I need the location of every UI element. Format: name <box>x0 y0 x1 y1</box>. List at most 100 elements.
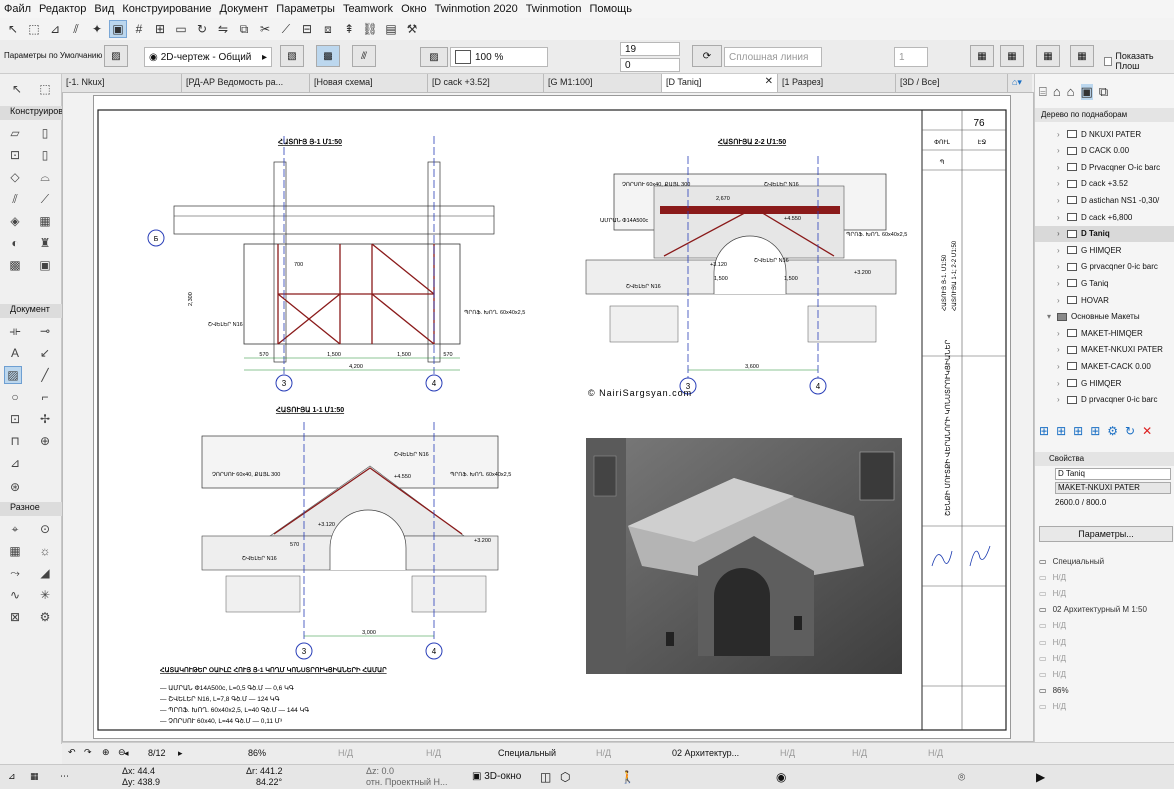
status-arch[interactable]: 02 Архитектур... <box>672 748 739 758</box>
prop-row[interactable]: ▭ Специальный <box>1039 554 1173 568</box>
snap-grid-icon[interactable]: ⊞ <box>151 20 169 38</box>
new-subset-icon[interactable]: ⊞ <box>1056 424 1066 438</box>
prop-row[interactable]: ▭ 86% <box>1039 684 1173 698</box>
link-icon[interactable]: ⛓ <box>361 20 379 38</box>
render-icon[interactable]: ◉ <box>776 770 786 784</box>
box-view-icon[interactable]: ⬡ <box>560 770 570 784</box>
redo-icon[interactable]: ↷ <box>84 747 92 758</box>
settings-icon[interactable]: ⚙ <box>1107 424 1118 438</box>
hatch-g-button[interactable]: ▦ <box>1070 45 1094 67</box>
marquee-tool-icon[interactable]: ⬚ <box>36 80 54 98</box>
line-settings-button[interactable]: ⟳ <box>692 45 722 67</box>
label-tool-icon[interactable]: ↙ <box>36 344 54 362</box>
rotate-icon[interactable]: ↻ <box>193 20 211 38</box>
mesh-tool-icon[interactable]: ◈ <box>6 212 24 230</box>
hatch-b-button[interactable]: ▩ <box>316 45 340 67</box>
slab-tool-icon[interactable]: ▯ <box>36 146 54 164</box>
next-page-icon[interactable]: ▸ <box>178 748 183 759</box>
chevron-down-icon[interactable]: ▾ <box>1047 312 1057 321</box>
tree-item[interactable]: › D Taniq <box>1035 225 1174 242</box>
chevron-right-icon[interactable]: › <box>1057 395 1067 404</box>
elevation-tool-icon[interactable]: ⊕ <box>36 432 54 450</box>
delta-x[interactable]: Δx: 44.4 <box>122 766 155 776</box>
tabs-menu-icon[interactable]: ⌂▾ <box>1008 74 1032 92</box>
pointer-icon[interactable]: ↖ <box>4 20 22 38</box>
section-document-header[interactable]: Документ <box>0 304 62 318</box>
walk-icon[interactable]: 🚶 <box>620 770 635 784</box>
chevron-right-icon[interactable]: › <box>1057 179 1067 188</box>
view-map-icon[interactable]: ⌂ <box>1067 84 1075 100</box>
tab-section-1[interactable]: [1 Разрез] <box>778 74 896 92</box>
prop-row[interactable]: ▭ Н/Д <box>1039 700 1173 714</box>
menu-options[interactable]: Параметры <box>272 3 339 15</box>
delete-icon[interactable]: ✕ <box>1142 424 1152 438</box>
hatch-d-button[interactable]: ▦ <box>970 45 994 67</box>
radial-tool-icon[interactable]: ⊙ <box>36 520 54 538</box>
menu-teamwork[interactable]: Teamwork <box>339 3 397 15</box>
pen-button[interactable]: ▨ <box>420 47 448 67</box>
prop-name-field[interactable]: D Taniq <box>1055 468 1171 480</box>
menu-design[interactable]: Конструирование <box>118 3 215 15</box>
menu-view[interactable]: Вид <box>90 3 118 15</box>
tree-item[interactable]: › G Taniq <box>1035 275 1174 291</box>
update-icon[interactable]: ↻ <box>1125 424 1135 438</box>
align-icon[interactable]: ⊟ <box>298 20 316 38</box>
count-field[interactable]: 1 <box>894 47 928 67</box>
grid-snap-icon[interactable]: ▦ <box>30 771 39 782</box>
coord-options-icon[interactable]: ⊿ <box>8 771 16 782</box>
tree-item[interactable]: › D cack +6,800 <box>1035 209 1174 225</box>
chevron-right-icon[interactable]: › <box>1057 329 1067 338</box>
window-tool-icon[interactable]: ▦ <box>6 542 24 560</box>
layer-combination-icon[interactable]: ▣ <box>109 20 127 38</box>
detail-tool-icon[interactable]: ⊿ <box>6 454 24 472</box>
arrow-tool-icon[interactable]: ↖ <box>8 80 26 98</box>
tree-item[interactable]: › MAKET-CACK 0.00 <box>1035 358 1174 374</box>
new-master-icon[interactable]: ⊞ <box>1073 424 1083 438</box>
publisher-icon[interactable]: ⧉ <box>1099 84 1108 100</box>
measure-tool-icon[interactable]: ◢ <box>36 564 54 582</box>
line-type-dropdown[interactable]: Сплошная линия <box>724 47 822 67</box>
shell-tool-icon[interactable]: ⌓ <box>36 168 54 186</box>
menu-document[interactable]: Документ <box>216 3 273 15</box>
section-misc-header[interactable]: Разное <box>0 502 62 516</box>
view-3d-button[interactable]: ▣ 3D-окно <box>472 771 521 782</box>
curtain-wall-tool-icon[interactable]: ▦ <box>36 212 54 230</box>
hatch-c-button[interactable]: ⫻ <box>352 45 376 67</box>
picture-tool-icon[interactable]: ⊠ <box>6 608 24 626</box>
chevron-right-icon[interactable]: › <box>1057 246 1067 255</box>
section-view-icon[interactable]: ◫ <box>540 770 551 784</box>
hatch-e-button[interactable]: ▦ <box>1000 45 1024 67</box>
view-type-dropdown[interactable]: ◉ 2D-чертеж - Общий ▸ <box>144 47 272 67</box>
text-tool-icon[interactable]: A <box>6 344 24 362</box>
chevron-right-icon[interactable]: › <box>1057 196 1067 205</box>
tree-icon[interactable]: ⌸ <box>1039 84 1047 100</box>
group-icon[interactable]: ⧈ <box>319 20 337 38</box>
menu-edit[interactable]: Редактор <box>35 3 90 15</box>
menu-twinmotion[interactable]: Twinmotion <box>522 3 586 15</box>
prop-row[interactable]: ▭ 02 Архитектурный М 1:50 <box>1039 603 1173 617</box>
chevron-right-icon[interactable]: › <box>1057 163 1067 172</box>
prev-page-icon[interactable]: ◂ <box>124 748 129 759</box>
sun-tool-icon[interactable]: ✳ <box>36 586 54 604</box>
chevron-right-icon[interactable]: › <box>1057 130 1067 139</box>
morph-tool-icon[interactable]: ◐ <box>6 234 24 252</box>
camera-tool-icon[interactable]: ⚙ <box>36 608 54 626</box>
snap-icon[interactable]: ⊿ <box>46 20 64 38</box>
chevron-right-icon[interactable]: › <box>1057 146 1067 155</box>
chevron-right-icon[interactable]: › <box>1057 379 1067 388</box>
tree-item[interactable]: › D prvacqner 0-ic barc <box>1035 392 1174 408</box>
spline-tool-icon[interactable]: ∿ <box>6 586 24 604</box>
zoom-value[interactable]: 86% <box>248 748 266 758</box>
prop-row[interactable]: ▭ Н/Д <box>1039 651 1173 665</box>
dimension-tool-icon[interactable]: ⟛ <box>6 322 24 340</box>
tree-item[interactable]: › MAKET-NKUXI PATER <box>1035 342 1174 358</box>
layout-book-icon[interactable]: ▣ <box>1080 84 1093 100</box>
elevate-icon[interactable]: ⇞ <box>340 20 358 38</box>
menu-file[interactable]: Файл <box>0 3 35 15</box>
hatch-f-button[interactable]: ▦ <box>1036 45 1060 67</box>
tree-item[interactable]: › G HIMQER <box>1035 242 1174 258</box>
hotspot-tool-icon[interactable]: ✢ <box>36 410 54 428</box>
stair-tool-icon[interactable]: ⫽ <box>6 190 24 208</box>
reference-level[interactable]: отн. Проектный Н... <box>366 777 448 787</box>
tab-d-taniq[interactable]: [D Taniq] ✕ <box>662 74 778 92</box>
